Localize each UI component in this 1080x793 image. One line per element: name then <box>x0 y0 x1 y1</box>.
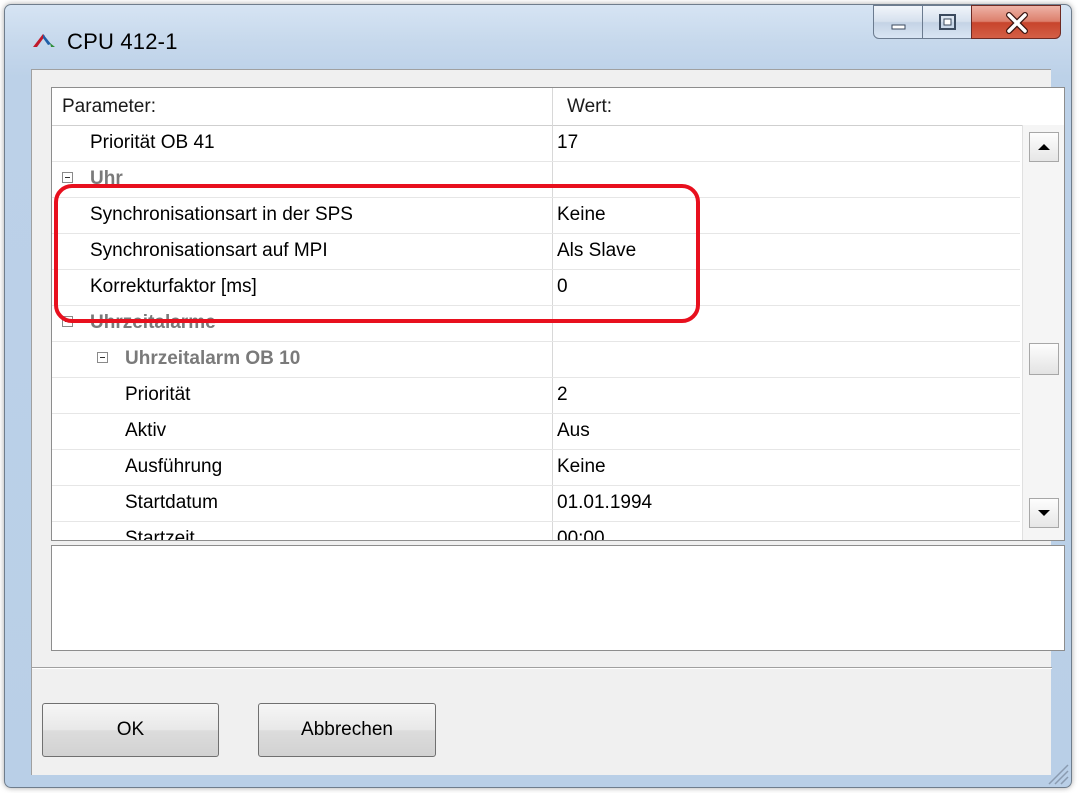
divider <box>32 667 1052 669</box>
app-icon <box>33 34 55 47</box>
close-button[interactable] <box>971 5 1061 39</box>
row-label: Aktiv <box>125 420 167 441</box>
grid-row[interactable]: Synchronisationsart auf MPI Als Slave <box>52 233 1020 270</box>
ok-button[interactable]: OK <box>42 703 219 757</box>
collapse-icon[interactable] <box>62 316 73 327</box>
close-icon <box>1006 12 1028 34</box>
vertical-scrollbar[interactable] <box>1022 125 1064 540</box>
row-label: Startzeit <box>125 528 195 541</box>
grid-row[interactable]: Priorität OB 41 17 <box>52 125 1020 162</box>
grid-row[interactable]: Priorität 2 <box>52 377 1020 414</box>
arrow-up-icon <box>1038 144 1050 150</box>
row-value[interactable]: Aus <box>557 413 590 448</box>
scroll-up-button[interactable] <box>1029 132 1059 162</box>
collapse-icon[interactable] <box>97 352 108 363</box>
row-label: Priorität OB 41 <box>90 132 215 153</box>
row-label: Startdatum <box>125 492 218 513</box>
title-bar[interactable]: CPU 412-1 <box>5 5 1071 69</box>
header-value[interactable]: Wert: <box>567 88 612 125</box>
row-label: Synchronisationsart auf MPI <box>90 240 328 261</box>
cancel-button[interactable]: Abbrechen <box>258 703 436 757</box>
row-label: Ausführung <box>125 456 223 477</box>
maximize-icon <box>939 14 956 30</box>
grid-row[interactable]: Synchronisationsart in der SPS Keine <box>52 197 1020 234</box>
scrollbar-thumb[interactable] <box>1029 343 1059 375</box>
dialog-window: CPU 412-1 Parameter: Wert: Priorität OB … <box>4 4 1072 788</box>
grid-row[interactable]: Korrekturfaktor [ms] 0 <box>52 269 1020 306</box>
row-value[interactable]: 01.01.1994 <box>557 485 652 520</box>
parameter-grid[interactable]: Parameter: Wert: Priorität OB 41 17 Uhr … <box>51 87 1065 541</box>
grid-row[interactable]: Ausführung Keine <box>52 449 1020 486</box>
row-label: Korrekturfaktor [ms] <box>90 276 257 297</box>
window-title: CPU 412-1 <box>67 29 178 54</box>
resize-grip-icon[interactable] <box>1043 759 1069 785</box>
row-label: Synchronisationsart in der SPS <box>90 204 353 225</box>
maximize-button[interactable] <box>922 5 972 39</box>
group-row-uhrzeitalarme[interactable]: Uhrzeitalarme <box>52 305 1020 342</box>
grid-row[interactable]: Startdatum 01.01.1994 <box>52 485 1020 522</box>
grid-row[interactable]: Startzeit 00:00 <box>52 521 1020 541</box>
group-row-uhr[interactable]: Uhr <box>52 161 1020 198</box>
minimize-button[interactable] <box>873 5 923 39</box>
group-label: Uhrzeitalarm OB 10 <box>125 348 301 369</box>
row-value[interactable]: Keine <box>557 197 606 232</box>
group-label: Uhr <box>90 168 123 189</box>
collapse-icon[interactable] <box>62 172 73 183</box>
arrow-down-icon <box>1038 510 1050 516</box>
group-row-uhrzeitalarm-ob10[interactable]: Uhrzeitalarm OB 10 <box>52 341 1020 378</box>
row-value[interactable]: 2 <box>557 377 568 412</box>
description-panel <box>51 545 1065 651</box>
row-value[interactable]: 17 <box>557 125 578 160</box>
grid-row[interactable]: Aktiv Aus <box>52 413 1020 450</box>
row-value[interactable]: 00:00 <box>557 521 605 540</box>
group-label: Uhrzeitalarme <box>90 312 216 333</box>
row-value[interactable]: 0 <box>557 269 568 304</box>
scroll-down-button[interactable] <box>1029 498 1059 528</box>
row-value[interactable]: Als Slave <box>557 233 636 268</box>
dialog-client-area: Parameter: Wert: Priorität OB 41 17 Uhr … <box>31 69 1065 775</box>
row-value[interactable]: Keine <box>557 449 606 484</box>
grid-header: Parameter: Wert: <box>52 88 1064 126</box>
minimize-icon <box>891 24 906 30</box>
header-parameter[interactable]: Parameter: <box>62 88 156 125</box>
row-label: Priorität <box>125 384 191 405</box>
